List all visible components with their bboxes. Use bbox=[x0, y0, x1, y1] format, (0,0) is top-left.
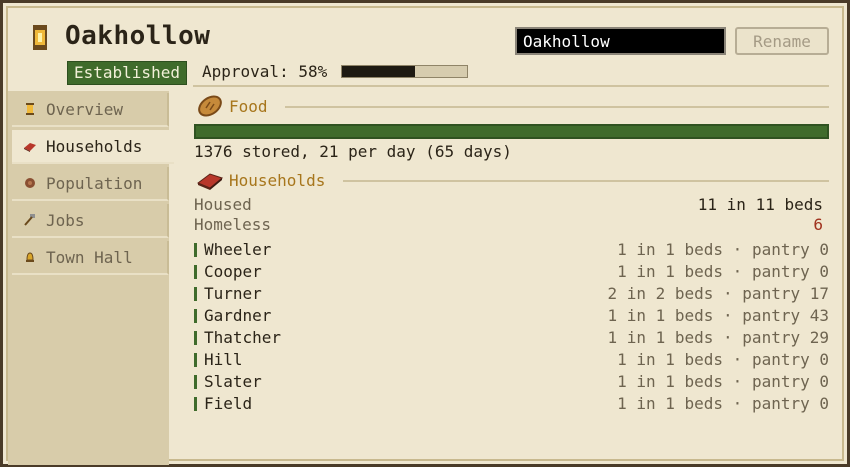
person-icon bbox=[25, 178, 35, 188]
town-name: Oakhollow bbox=[65, 21, 211, 51]
tab-jobs[interactable]: Jobs bbox=[12, 204, 169, 238]
tab-label: Overview bbox=[46, 99, 124, 119]
rename-button[interactable]: Rename bbox=[735, 27, 829, 55]
tab-label: Town Hall bbox=[46, 247, 133, 267]
tab-label: Population bbox=[46, 173, 143, 193]
lantern-icon bbox=[26, 103, 34, 115]
bed-icon bbox=[24, 143, 36, 152]
homeless-label: Homeless bbox=[194, 215, 272, 234]
household-name: Field bbox=[204, 394, 253, 413]
household-row: Cooper 1 in 1 beds · pantry 0 bbox=[194, 262, 829, 282]
household-detail: 1 in 1 beds · pantry 29 bbox=[607, 328, 829, 347]
household-detail: 1 in 1 beds · pantry 0 bbox=[617, 240, 829, 259]
household-row: Slater 1 in 1 beds · pantry 0 bbox=[194, 372, 829, 392]
tab-households[interactable]: Households bbox=[12, 130, 174, 164]
household-row: Hill 1 in 1 beds · pantry 0 bbox=[194, 350, 829, 370]
household-marker bbox=[194, 375, 197, 389]
homeless-value: 6 bbox=[813, 215, 823, 234]
household-marker bbox=[194, 309, 197, 323]
household-row: Gardner 1 in 1 beds · pantry 43 bbox=[194, 306, 829, 326]
households-title: Households bbox=[229, 170, 326, 190]
status-badge: Established bbox=[67, 61, 187, 85]
household-marker bbox=[194, 353, 197, 367]
household-marker bbox=[194, 331, 197, 345]
bell-icon bbox=[26, 252, 34, 262]
sidebar: Overview Households Population Jobs Town… bbox=[8, 91, 174, 465]
tab-label: Households bbox=[46, 136, 143, 156]
hammer-icon bbox=[24, 214, 35, 226]
bed-icon bbox=[197, 173, 223, 190]
rename-input[interactable] bbox=[515, 27, 726, 55]
household-detail: 1 in 1 beds · pantry 0 bbox=[617, 350, 829, 369]
household-row: Wheeler 1 in 1 beds · pantry 0 bbox=[194, 240, 829, 260]
household-row: Field 1 in 1 beds · pantry 0 bbox=[194, 394, 829, 414]
household-name: Cooper bbox=[204, 262, 262, 281]
bread-icon bbox=[198, 95, 222, 117]
household-name: Gardner bbox=[204, 306, 272, 325]
household-detail: 1 in 1 beds · pantry 0 bbox=[617, 262, 829, 281]
households-section-header: Households bbox=[197, 169, 325, 191]
household-name: Wheeler bbox=[204, 240, 272, 259]
lantern-icon bbox=[33, 25, 47, 50]
household-name: Turner bbox=[204, 284, 262, 303]
household-marker bbox=[194, 243, 197, 257]
approval-label: Approval: 58% bbox=[202, 62, 328, 81]
food-title: Food bbox=[229, 96, 268, 116]
food-section-header: Food bbox=[197, 95, 268, 117]
household-marker bbox=[194, 287, 197, 301]
tab-town-hall[interactable]: Town Hall bbox=[12, 241, 169, 275]
household-row: Turner 2 in 2 beds · pantry 17 bbox=[194, 284, 829, 304]
household-detail: 1 in 1 beds · pantry 43 bbox=[607, 306, 829, 325]
food-summary: 1376 stored, 21 per day (65 days) bbox=[194, 142, 512, 161]
household-name: Thatcher bbox=[204, 328, 282, 347]
housed-label: Housed bbox=[194, 195, 252, 214]
header-divider bbox=[193, 85, 829, 87]
food-divider bbox=[285, 106, 829, 108]
approval-bar bbox=[341, 65, 468, 78]
tab-overview[interactable]: Overview bbox=[12, 93, 169, 127]
household-name: Hill bbox=[204, 350, 243, 369]
food-bar bbox=[194, 124, 829, 139]
household-name: Slater bbox=[204, 372, 262, 391]
household-marker bbox=[194, 397, 197, 411]
household-row: Thatcher 1 in 1 beds · pantry 29 bbox=[194, 328, 829, 348]
town-window: Oakhollow Rename Established Approval: 5… bbox=[0, 0, 850, 467]
approval-bar-fill bbox=[342, 66, 415, 77]
housed-value: 11 in 11 beds bbox=[697, 195, 823, 214]
household-detail: 1 in 1 beds · pantry 0 bbox=[617, 394, 829, 413]
household-detail: 1 in 1 beds · pantry 0 bbox=[617, 372, 829, 391]
household-detail: 2 in 2 beds · pantry 17 bbox=[607, 284, 829, 303]
households-divider bbox=[343, 180, 829, 182]
household-marker bbox=[194, 265, 197, 279]
food-bar-fill bbox=[196, 126, 827, 137]
tab-population[interactable]: Population bbox=[12, 167, 169, 201]
tab-label: Jobs bbox=[46, 210, 85, 230]
